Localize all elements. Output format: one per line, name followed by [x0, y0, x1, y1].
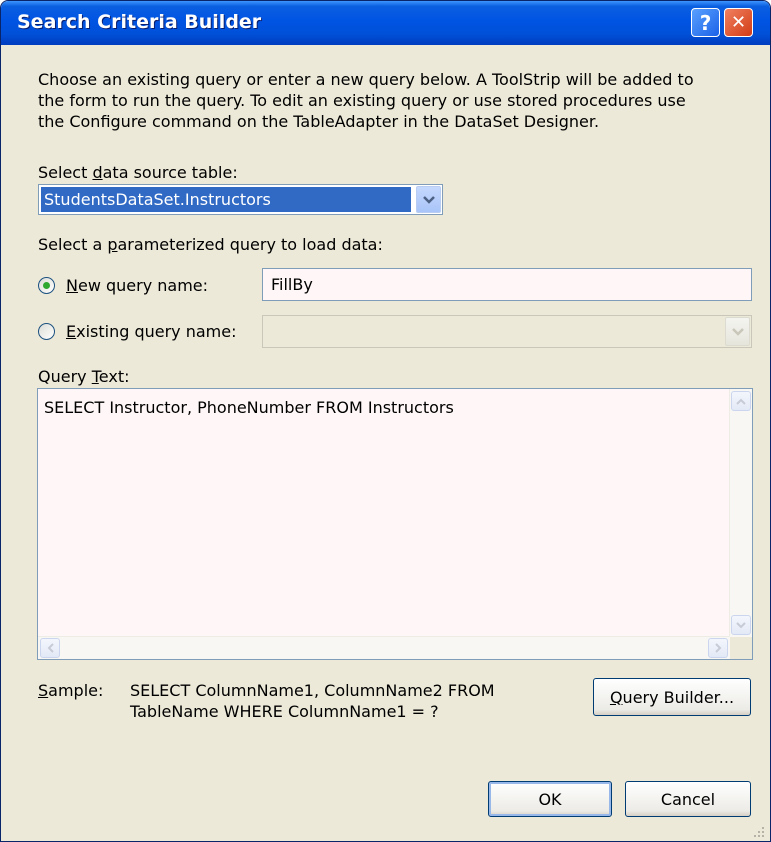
ok-button[interactable]: OK: [488, 781, 612, 817]
query-text-area[interactable]: SELECT Instructor, PhoneNumber FROM Inst…: [37, 388, 753, 660]
scroll-right-button[interactable]: [708, 638, 728, 658]
new-query-radio[interactable]: [38, 277, 55, 294]
radio-selected-dot: [43, 282, 50, 289]
scroll-down-button[interactable]: [731, 615, 751, 635]
cancel-button[interactable]: Cancel: [625, 781, 751, 817]
data-source-selected-value: StudentsDataSet.Instructors: [41, 187, 411, 212]
query-text-value: SELECT Instructor, PhoneNumber FROM Inst…: [44, 398, 454, 417]
help-icon: ?: [699, 10, 712, 35]
chevron-down-icon[interactable]: [725, 317, 750, 346]
scroll-left-button[interactable]: [40, 638, 60, 658]
scroll-up-button[interactable]: [731, 391, 751, 411]
chevron-down-icon[interactable]: [416, 186, 441, 213]
close-icon: ✕: [730, 11, 747, 33]
chevron-left-icon: [47, 643, 54, 653]
description-line-3: the Configure command on the TableAdapte…: [38, 112, 600, 131]
chevron-up-icon: [736, 398, 746, 405]
description-line-2: the form to run the query. To edit an ex…: [38, 91, 686, 110]
sample-text-line-1: SELECT ColumnName1, ColumnName2 FROM: [130, 681, 495, 700]
existing-query-radio[interactable]: [38, 323, 55, 340]
dialog-title: Search Criteria Builder: [17, 11, 262, 33]
existing-query-dropdown[interactable]: [262, 315, 752, 348]
data-source-label: Select data source table:: [38, 163, 238, 182]
vertical-scrollbar[interactable]: [729, 389, 752, 637]
query-builder-label: Query Builder...: [609, 687, 735, 707]
new-query-name-value: FillBy: [271, 275, 313, 294]
scrollbar-corner: [730, 637, 752, 659]
horizontal-scrollbar[interactable]: [38, 636, 730, 659]
existing-query-label[interactable]: Existing query name:: [66, 322, 237, 341]
dialog-body: Choose an existing query or enter a new …: [4, 45, 767, 840]
sample-text-line-2: TableName WHERE ColumnName1 = ?: [130, 702, 439, 721]
query-text-label: Query Text:: [38, 367, 130, 386]
new-query-name-input[interactable]: FillBy: [262, 268, 752, 301]
close-button[interactable]: ✕: [724, 8, 753, 37]
sample-label: Sample:: [38, 681, 104, 700]
resize-grip-icon[interactable]: [751, 824, 765, 838]
search-criteria-builder-dialog: Search Criteria Builder ? ✕ Choose an ex…: [0, 0, 771, 842]
title-bar[interactable]: Search Criteria Builder ? ✕: [1, 1, 770, 45]
new-query-label[interactable]: New query name:: [66, 276, 208, 295]
help-button[interactable]: ?: [691, 8, 720, 37]
chevron-right-icon: [714, 643, 721, 653]
description-line-1: Choose an existing query or enter a new …: [38, 70, 694, 89]
data-source-dropdown[interactable]: StudentsDataSet.Instructors: [38, 184, 443, 215]
parameterized-query-label: Select a parameterized query to load dat…: [38, 235, 383, 254]
chevron-down-icon: [736, 621, 746, 628]
query-builder-button[interactable]: Query Builder...: [593, 678, 751, 716]
